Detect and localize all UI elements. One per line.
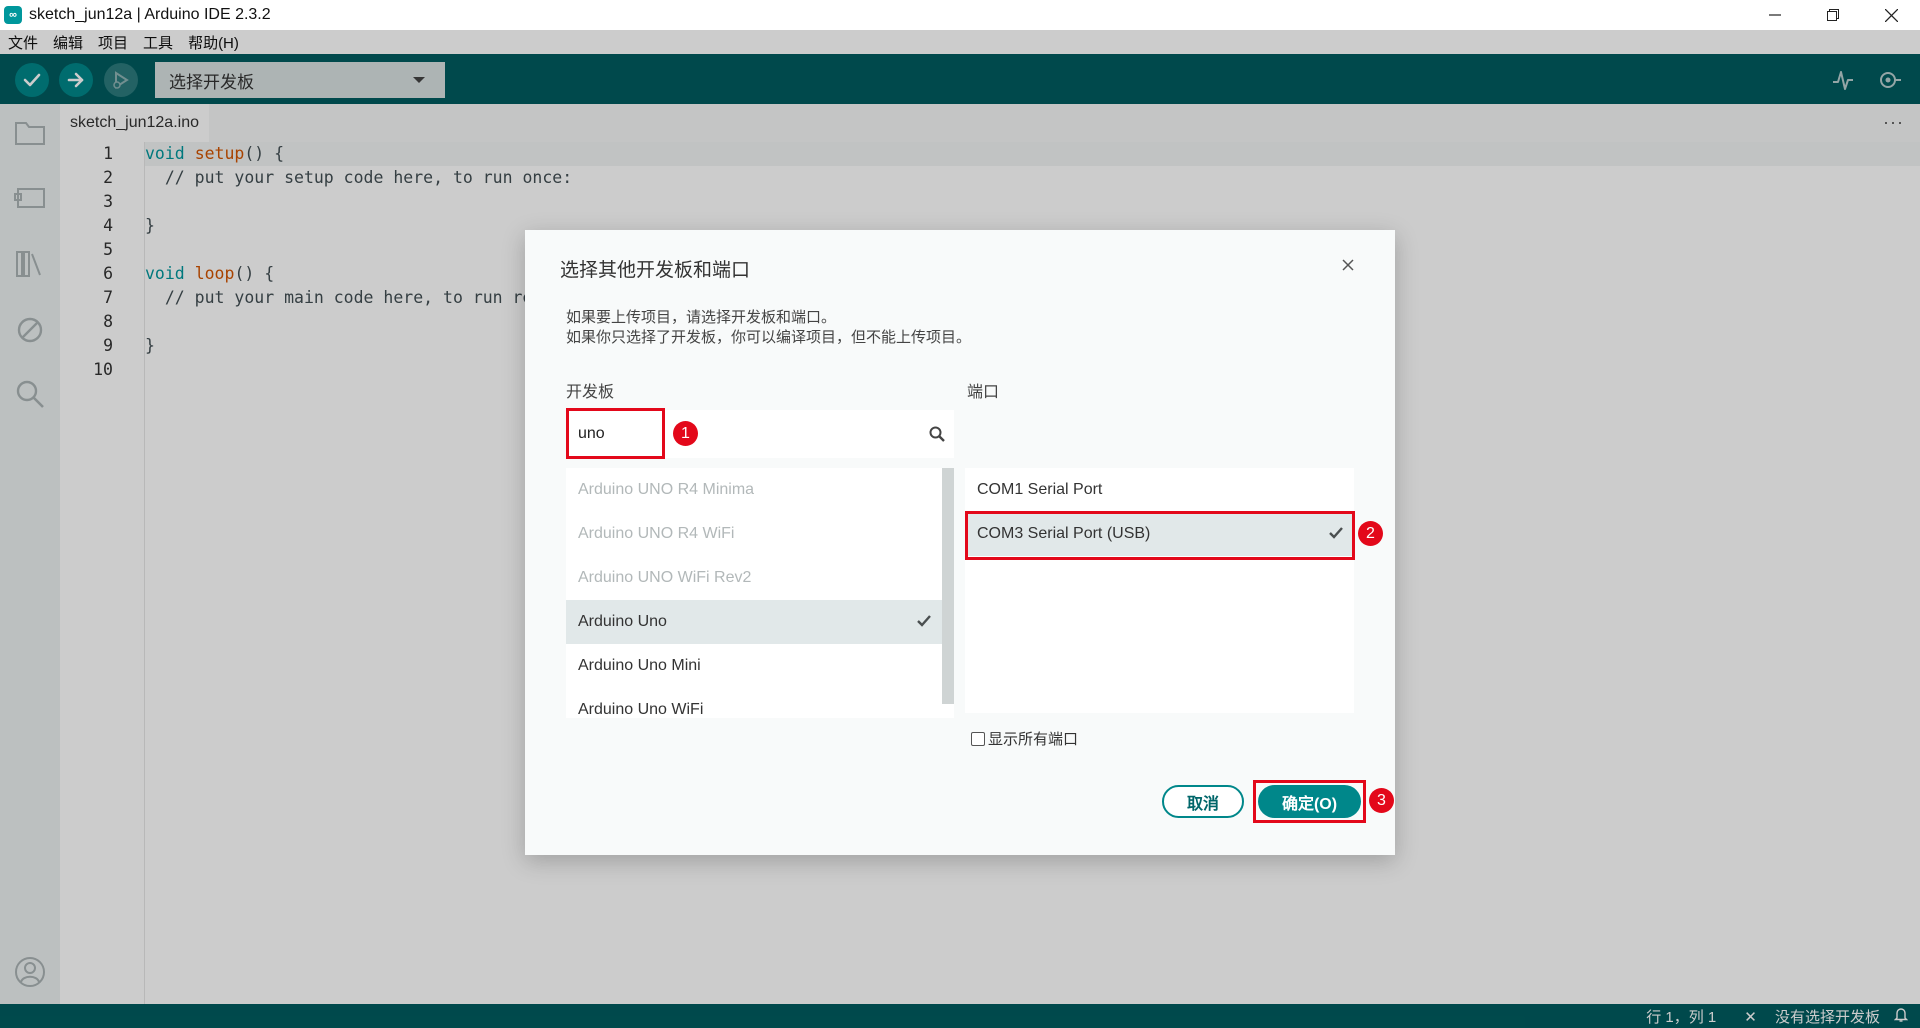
board-name: Arduino Uno	[578, 613, 667, 630]
board-list-item[interactable]: Arduino UNO R4 WiFi	[566, 512, 942, 556]
annotation-badge: 3	[1369, 788, 1394, 813]
arduino-logo-icon: ∞	[4, 6, 22, 24]
close-window-button[interactable]	[1862, 0, 1920, 30]
restore-button[interactable]	[1804, 0, 1862, 30]
board-list-item[interactable]: Arduino UNO R4 Minima	[566, 468, 942, 512]
close-icon[interactable]	[1339, 256, 1357, 274]
annotation-box-ok	[1253, 780, 1366, 823]
checkmark-icon	[917, 615, 931, 627]
board-list-item-selected[interactable]: Arduino Uno	[566, 600, 942, 644]
description-line: 如果你只选择了开发板，你可以编译项目，但不能上传项目。	[566, 329, 972, 346]
board-name: Arduino UNO R4 WiFi	[578, 525, 735, 542]
minimize-button[interactable]	[1746, 0, 1804, 30]
board-name: Arduino UNO WiFi Rev2	[578, 569, 752, 586]
board-section-label: 开发板	[566, 384, 615, 401]
port-list-item[interactable]: COM1 Serial Port	[965, 468, 1354, 512]
search-icon	[929, 426, 945, 442]
minimize-icon	[1769, 14, 1781, 16]
annotation-badge: 2	[1358, 521, 1383, 546]
restore-icon	[1827, 9, 1839, 21]
port-section-label: 端口	[967, 384, 1000, 401]
close-icon	[1884, 8, 1898, 22]
board-list-scrollbar[interactable]	[942, 468, 954, 704]
annotation-box-port	[965, 511, 1355, 560]
show-all-ports-checkbox[interactable]	[971, 731, 985, 746]
board-name: Arduino Uno Mini	[578, 657, 701, 674]
annotation-badge: 1	[673, 421, 698, 446]
board-list: Arduino UNO R4 Minima Arduino UNO R4 WiF…	[566, 468, 954, 718]
cancel-label: 取消	[1186, 795, 1219, 813]
board-name: Arduino UNO R4 Minima	[578, 481, 755, 498]
port-list: COM1 Serial Port COM3 Serial Port (USB)	[965, 468, 1354, 713]
cancel-button[interactable]: 取消	[1162, 785, 1244, 818]
show-all-ports-toggle[interactable]: 显示所有端口	[971, 728, 1078, 749]
title-bar: ∞ sketch_jun12a | Arduino IDE 2.3.2	[0, 0, 1920, 30]
board-list-item[interactable]: Arduino Uno Mini	[566, 644, 942, 688]
annotation-box-search	[566, 408, 665, 459]
board-list-item[interactable]: Arduino UNO WiFi Rev2	[566, 556, 942, 600]
dialog-description: 如果要上传项目，请选择开发板和端口。 如果你只选择了开发板，你可以编译项目，但不…	[566, 308, 971, 348]
show-all-ports-label: 显示所有端口	[988, 731, 1079, 748]
dialog-title: 选择其他开发板和端口	[560, 260, 751, 281]
window-title: sketch_jun12a | Arduino IDE 2.3.2	[29, 6, 271, 23]
board-list-item[interactable]: Arduino Uno WiFi	[566, 688, 942, 718]
board-name: Arduino Uno WiFi	[578, 701, 704, 718]
port-name: COM1 Serial Port	[977, 481, 1103, 498]
description-line: 如果要上传项目，请选择开发板和端口。	[566, 309, 837, 326]
